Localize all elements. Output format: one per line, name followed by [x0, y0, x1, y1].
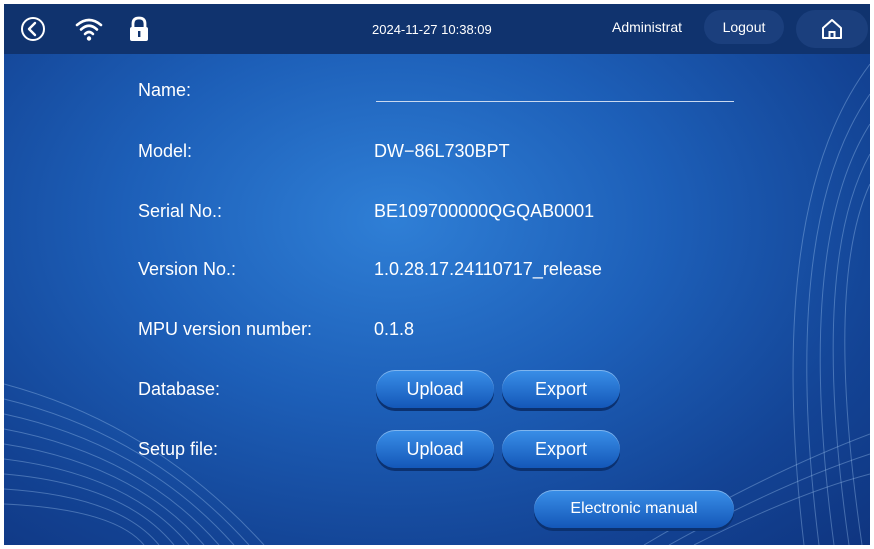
- name-label: Name:: [138, 80, 192, 100]
- database-export-button[interactable]: Export: [502, 370, 620, 408]
- wifi-icon[interactable]: [74, 14, 104, 44]
- back-icon[interactable]: [18, 14, 48, 44]
- setup-upload-button[interactable]: Upload: [376, 430, 494, 468]
- home-icon: [822, 19, 842, 39]
- electronic-manual-button[interactable]: Electronic manual: [534, 490, 734, 528]
- model-label: Model:: [138, 141, 193, 161]
- database-upload-button[interactable]: Upload: [376, 370, 494, 408]
- model-value: DW−86L730BPT: [374, 141, 510, 161]
- logout-button[interactable]: Logout: [704, 10, 784, 44]
- serial-value: BE109700000QGQAB0001: [374, 201, 595, 221]
- home-button[interactable]: [796, 10, 868, 48]
- lock-icon[interactable]: [124, 14, 154, 44]
- settings-screen: 2024-11-27 10:38:09 Administrat Logout N…: [4, 4, 870, 545]
- mpu-version-value: 0.1.8: [374, 319, 415, 339]
- version-label: Version No.:: [138, 259, 237, 279]
- setup-export-button[interactable]: Export: [502, 430, 620, 468]
- database-label: Database:: [138, 379, 221, 399]
- user-name: Administrat: [612, 19, 683, 35]
- name-input-underline[interactable]: [376, 101, 734, 102]
- datetime-display: 2024-11-27 10:38:09: [372, 22, 492, 37]
- serial-label: Serial No.:: [138, 201, 223, 221]
- version-value: 1.0.28.17.24110717_release: [374, 259, 602, 279]
- setup-file-label: Setup file:: [138, 439, 219, 459]
- mpu-version-label: MPU version number:: [138, 319, 313, 339]
- top-bar: 2024-11-27 10:38:09 Administrat Logout: [4, 4, 870, 54]
